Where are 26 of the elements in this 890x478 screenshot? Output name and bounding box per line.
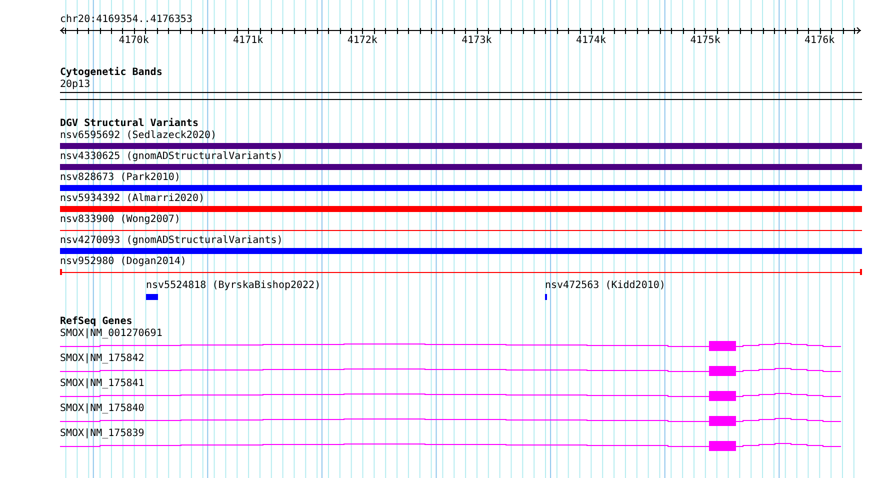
track-title: RefSeq Genes — [60, 316, 134, 328]
variant-label: nsv952980 (Dogan2014) — [60, 256, 188, 268]
variant-label: nsv6595692 (Sedlazeck2020) — [60, 130, 218, 142]
location-label: chr20:4169354..4176353 — [60, 14, 194, 26]
tick-label: 4171k — [233, 35, 264, 47]
tick-label: 4176k — [804, 35, 835, 47]
tick-label: 4175k — [690, 35, 720, 47]
variant-label: nsv4270093 (gnomADStructuralVariants) — [60, 235, 284, 247]
gene-label: SMOX|NM_175840 — [60, 403, 146, 415]
tick-label: 4172k — [347, 35, 378, 47]
band-label: 20p13 — [60, 79, 92, 91]
tick-label: 4173k — [462, 35, 492, 47]
gene-label: SMOX|NM_175841 — [60, 378, 146, 390]
gene-label: SMOX|NM_175842 — [60, 353, 146, 365]
variant-label: nsv5524818 (ByrskaBishop2022) — [146, 280, 321, 292]
variant-label: nsv472563 (Kidd2010) — [545, 280, 666, 292]
variant-label: nsv5934392 (Almarri2020) — [60, 193, 206, 205]
tick-label: 4174k — [576, 35, 606, 47]
track-title: Cytogenetic Bands — [60, 67, 164, 79]
track-title: DGV Structural Variants — [60, 118, 200, 130]
variant-label: nsv833900 (Wong2007) — [60, 214, 182, 226]
gene-label: SMOX|NM_175839 — [60, 428, 146, 440]
tick-label: 4170k — [118, 35, 149, 47]
gene-label: SMOX|NM_001270691 — [60, 328, 164, 340]
variant-label: nsv828673 (Park2010) — [60, 172, 182, 184]
variant-label: nsv4330625 (gnomADStructuralVariants) — [60, 151, 284, 163]
